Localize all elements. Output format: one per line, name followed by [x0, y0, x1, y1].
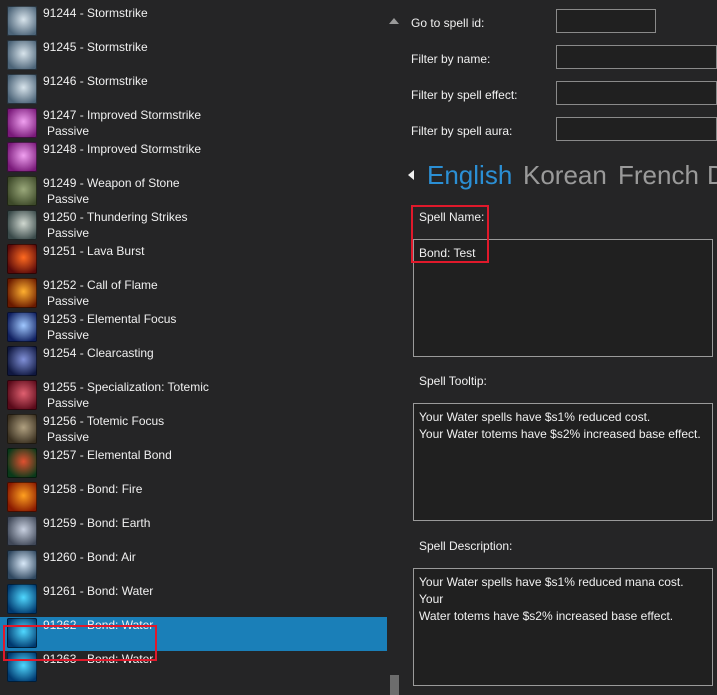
- tab-english[interactable]: English: [427, 160, 512, 191]
- filter-by-effect-label: Filter by spell effect:: [411, 88, 518, 102]
- spell-list-item[interactable]: 91261 - Bond: Water: [0, 583, 387, 617]
- bond-earth-icon: [7, 516, 37, 546]
- spell-list-item[interactable]: 91258 - Bond: Fire: [0, 481, 387, 515]
- clearcasting-icon: [7, 346, 37, 376]
- spell-list-item[interactable]: 91250 - Thundering Strikes Passive: [0, 209, 387, 243]
- tab-korean[interactable]: Korean: [523, 160, 607, 191]
- tab-scroll-left-icon[interactable]: [408, 170, 414, 180]
- spell-list-item-label: 91255 - Specialization: Totemic: [43, 380, 209, 394]
- spell-list-item[interactable]: 91260 - Bond: Air: [0, 549, 387, 583]
- spell-list-item-label: 91257 - Elemental Bond: [43, 448, 172, 462]
- spell-description-label: Spell Description:: [419, 539, 513, 553]
- spell-list-item[interactable]: 91246 - Stormstrike: [0, 73, 387, 107]
- call-of-flame-icon: [7, 278, 37, 308]
- spell-list-item[interactable]: 91255 - Specialization: Totemic Passive: [0, 379, 387, 413]
- totemic-focus-icon: [7, 414, 37, 444]
- spell-description-field[interactable]: Your Water spells have $s1% reduced mana…: [413, 568, 713, 686]
- spell-list-item[interactable]: 91252 - Call of Flame Passive: [0, 277, 387, 311]
- spell-list-item[interactable]: 91249 - Weapon of Stone Passive: [0, 175, 387, 209]
- spell-list-item-label: 91244 - Stormstrike: [43, 6, 148, 20]
- description-line: Water totems have $s2% increased base ef…: [419, 609, 674, 623]
- spell-list-item[interactable]: 91256 - Totemic Focus Passive: [0, 413, 387, 447]
- spell-list-item-label: 91256 - Totemic Focus: [43, 414, 165, 428]
- spell-list-item[interactable]: 91245 - Stormstrike: [0, 39, 387, 73]
- description-line: Your Water spells have $s1% reduced mana…: [419, 575, 684, 606]
- lava-burst-icon: [7, 244, 37, 274]
- filter-by-aura-input[interactable]: [556, 117, 717, 141]
- spell-list-item[interactable]: 91253 - Elemental Focus Passive: [0, 311, 387, 345]
- spell-passive-tag: Passive: [47, 226, 90, 240]
- spell-list-item-label: 91259 - Bond: Earth: [43, 516, 151, 530]
- spell-name-highlight: [411, 205, 489, 263]
- spell-passive-tag: Passive: [47, 328, 90, 342]
- spell-passive-tag: Passive: [47, 294, 90, 308]
- spell-tooltip-label: Spell Tooltip:: [419, 374, 487, 388]
- spell-list-item-label: 91245 - Stormstrike: [43, 40, 148, 54]
- spell-list-item[interactable]: 91248 - Improved Stormstrike: [0, 141, 387, 175]
- spell-list-item-label: 91260 - Bond: Air: [43, 550, 136, 564]
- selected-row-highlight: [3, 625, 157, 661]
- stormstrike-icon: [7, 40, 37, 70]
- spell-tooltip-field[interactable]: Your Water spells have $s1% reduced cost…: [413, 403, 713, 521]
- filter-by-effect-input[interactable]: [556, 81, 717, 105]
- stormstrike-icon: [7, 6, 37, 36]
- improved-stormstrike-icon: [7, 108, 37, 138]
- spell-list-item[interactable]: 91244 - Stormstrike: [0, 5, 387, 39]
- spell-list-item[interactable]: 91247 - Improved Stormstrike Passive: [0, 107, 387, 141]
- spell-list-item-label: 91250 - Thundering Strikes: [43, 210, 188, 224]
- spell-list-item-label: 91251 - Lava Burst: [43, 244, 145, 258]
- bond-fire-icon: [7, 482, 37, 512]
- spell-list-scrollbar[interactable]: [387, 0, 401, 695]
- stormstrike-icon: [7, 74, 37, 104]
- spell-list-item-label: 91249 - Weapon of Stone: [43, 176, 180, 190]
- spell-list-item-label: 91253 - Elemental Focus: [43, 312, 177, 326]
- improved-stormstrike-icon: [7, 142, 37, 172]
- filter-by-name-input[interactable]: [556, 45, 717, 69]
- spell-passive-tag: Passive: [47, 124, 90, 138]
- spell-list-item-label: 91248 - Improved Stormstrike: [43, 142, 202, 156]
- bond-air-icon: [7, 550, 37, 580]
- tab-french[interactable]: French: [618, 160, 699, 191]
- spell-list-item-label: 91261 - Bond: Water: [43, 584, 154, 598]
- spell-list-item[interactable]: 91257 - Elemental Bond: [0, 447, 387, 481]
- spell-passive-tag: Passive: [47, 192, 90, 206]
- spell-list-item-label: 91258 - Bond: Fire: [43, 482, 143, 496]
- spell-passive-tag: Passive: [47, 430, 90, 444]
- elemental-focus-icon: [7, 312, 37, 342]
- spell-list-item-label: 91254 - Clearcasting: [43, 346, 154, 360]
- spell-list-item[interactable]: 91259 - Bond: Earth: [0, 515, 387, 549]
- bond-water-icon: [7, 584, 37, 614]
- elemental-bond-icon: [7, 448, 37, 478]
- tooltip-line: Your Water spells have $s1% reduced cost…: [419, 410, 651, 424]
- totemic-icon: [7, 380, 37, 410]
- tab-next-language[interactable]: D: [707, 160, 717, 191]
- go-to-spell-id-label: Go to spell id:: [411, 16, 485, 30]
- spell-list[interactable]: 91244 - Stormstrike 91245 - Stormstrike 91…: [0, 0, 387, 695]
- spell-list-item-label: 91247 - Improved Stormstrike: [43, 108, 202, 122]
- spell-list-item-label: 91252 - Call of Flame: [43, 278, 158, 292]
- spell-passive-tag: Passive: [47, 396, 90, 410]
- thundering-strikes-icon: [7, 210, 37, 240]
- spell-list-item-label: 91246 - Stormstrike: [43, 74, 148, 88]
- spell-list-item[interactable]: 91254 - Clearcasting: [0, 345, 387, 379]
- filter-by-name-label: Filter by name:: [411, 52, 491, 66]
- go-to-spell-id-input[interactable]: [556, 9, 656, 33]
- scroll-up-arrow-icon[interactable]: [389, 18, 399, 24]
- spell-list-item[interactable]: 91251 - Lava Burst: [0, 243, 387, 277]
- weapon-of-stone-icon: [7, 176, 37, 206]
- tooltip-line: Your Water totems have $s2% increased ba…: [419, 427, 701, 441]
- filter-by-aura-label: Filter by spell aura:: [411, 124, 513, 138]
- scroll-thumb[interactable]: [390, 675, 399, 695]
